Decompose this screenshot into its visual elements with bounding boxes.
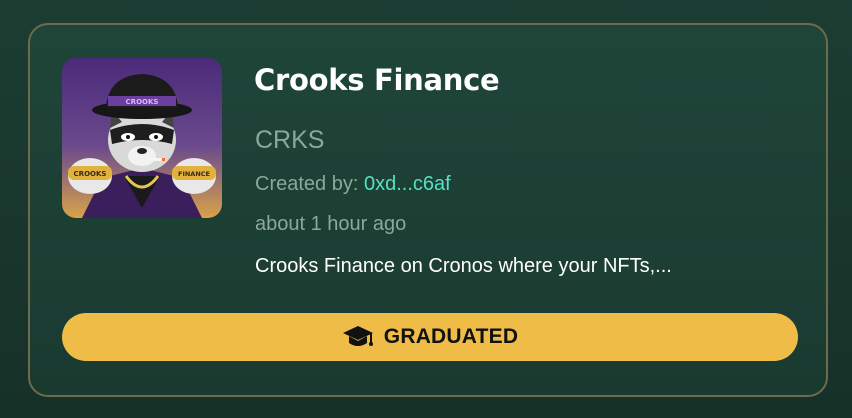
creator-address-link[interactable]: 0xd...c6af — [364, 173, 451, 195]
token-avatar: CROOKS CROOKS FINANCE — [62, 58, 222, 218]
right-ring-text: FINANCE — [178, 170, 210, 178]
token-card[interactable]: CROOKS CROOKS FINANCE Crooks Finance CRK… — [28, 23, 828, 397]
created-time: about 1 hour ago — [255, 213, 407, 235]
token-description: Crooks Finance on Cronos where your NFTs… — [255, 255, 672, 277]
hat-band-text: CROOKS — [126, 98, 159, 106]
creator-line: Created by: 0xd...c6af — [255, 173, 451, 196]
token-ticker: CRKS — [255, 126, 325, 154]
token-name: Crooks Finance — [254, 63, 500, 97]
graduation-cap-icon — [342, 324, 374, 350]
created-by-label: Created by: — [255, 173, 364, 195]
left-ring-text: CROOKS — [74, 170, 107, 178]
graduated-label: GRADUATED — [383, 325, 519, 348]
graduated-status-button[interactable]: GRADUATED — [62, 313, 798, 361]
